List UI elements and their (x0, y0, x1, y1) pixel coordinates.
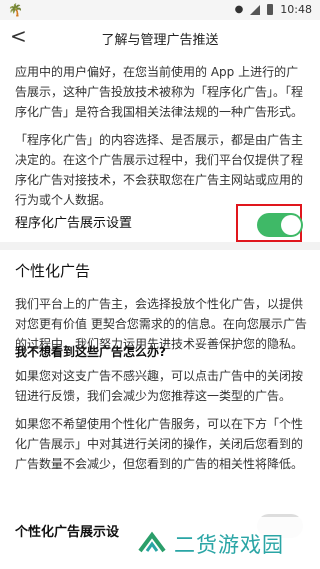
programmatic-ad-setting-label: 程序化广告展示设置 (15, 216, 133, 231)
personalized-ad-setting-label: 个性化广告展示设 (15, 525, 120, 540)
opt-out-paragraph: 如果您不希望使用个性化广告服务，可以在下方「个性化广告展示」中对其进行关闭的操作… (15, 417, 304, 471)
programmatic-ad-toggle[interactable] (257, 213, 303, 237)
watermark-logo-icon (138, 531, 166, 553)
page-title: 了解与管理广告推送 (101, 33, 219, 48)
nav-bar: < 了解与管理广告推送 (0, 20, 320, 54)
status-bar: 🌴 ● 10:48 (0, 0, 320, 20)
faq-answer-paragraph: 如果您对这支广告不感兴趣，可以点击广告中的关闭按钮进行反馈，我们会减少为您推荐这… (15, 369, 304, 403)
section-divider (0, 242, 320, 250)
battery-icon (267, 4, 274, 15)
watermark: 二货游戏园 (130, 517, 320, 569)
personalized-ad-heading: 个性化广告 (15, 262, 91, 280)
palm-tree-icon: 🌴 (8, 3, 23, 17)
status-time: 10:48 (280, 3, 312, 16)
intro-paragraph: 应用中的用户偏好，在您当前使用的 App 上进行的广告展示，这种广告投放技术被称… (15, 65, 304, 119)
wifi-signal-icon (250, 4, 261, 15)
toggle-knob (281, 215, 301, 235)
faq-heading: 我不想看到这些广告怎么办? (15, 345, 166, 359)
location-icon: ● (234, 4, 244, 15)
programmatic-ad-setting-row: 程序化广告展示设置 (0, 199, 320, 242)
page-content[interactable]: 应用中的用户偏好，在您当前使用的 App 上进行的广告展示，这种广告投放技术被称… (0, 54, 320, 569)
status-icons: ● 10:48 (235, 3, 312, 16)
programmatic-ad-paragraph: 「程序化广告」的内容选择、是否展示，都是由广告主决定的。在这个广告展示过程中，我… (15, 133, 304, 207)
watermark-text: 二货游戏园 (174, 533, 284, 557)
